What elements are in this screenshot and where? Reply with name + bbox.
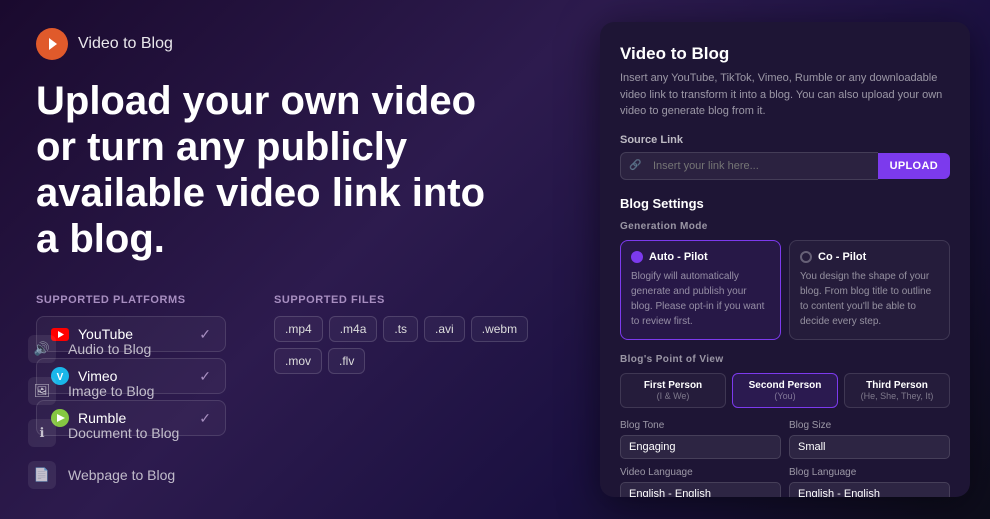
file-ts: .ts — [383, 316, 418, 342]
video-language-setting: Video Language English - English — [620, 467, 781, 498]
nav-webpage-label: Webpage to Blog — [68, 467, 175, 483]
file-flv: .flv — [328, 348, 365, 374]
nav-document-label: Document to Blog — [68, 425, 179, 441]
blog-language-setting: Blog Language English - English — [789, 467, 950, 498]
card-description: Insert any YouTube, TikTok, Vimeo, Rumbl… — [620, 70, 950, 120]
settings-grid: Blog Tone Engaging Blog Size Small Video… — [620, 420, 950, 498]
blog-size-setting: Blog Size Small — [789, 420, 950, 459]
blog-tone-setting: Blog Tone Engaging — [620, 420, 781, 459]
video-language-select[interactable]: English - English — [620, 482, 781, 498]
nav-webpage-to-blog[interactable]: 📄 Webpage to Blog — [28, 461, 179, 489]
pov-options: First Person (I & We) Second Person (You… — [620, 373, 950, 408]
source-link-row: UPLOAD — [620, 152, 950, 180]
file-m4a: .m4a — [329, 316, 378, 342]
nav-document-to-blog[interactable]: ℹ Document to Blog — [28, 419, 179, 447]
pov-section: Blog's Point of View First Person (I & W… — [620, 354, 950, 408]
blog-language-label: Blog Language — [789, 467, 950, 478]
files-label: Supported Files — [274, 294, 544, 306]
mode-co-pilot[interactable]: Co - Pilot You design the shape of your … — [789, 240, 950, 340]
app-title: Video to Blog — [78, 35, 173, 53]
hero-heading: Upload your own video or turn any public… — [36, 78, 516, 262]
side-nav: 🔊 Audio to Blog 🖼 Image to Blog ℹ Docume… — [28, 335, 179, 489]
auto-pilot-name: Auto - Pilot — [649, 251, 708, 263]
youtube-check: ✓ — [199, 326, 211, 343]
blog-language-select[interactable]: English - English — [789, 482, 950, 498]
link-input-wrap — [620, 152, 878, 180]
nav-image-label: Image to Blog — [68, 383, 154, 399]
webpage-icon: 📄 — [28, 461, 56, 489]
file-mov: .mov — [274, 348, 322, 374]
nav-audio-label: Audio to Blog — [68, 341, 151, 357]
auto-pilot-desc: Blogify will automatically generate and … — [631, 269, 770, 329]
right-panel-card: Video to Blog Insert any YouTube, TikTok… — [600, 22, 970, 497]
pov-third[interactable]: Third Person (He, She, They, It) — [844, 373, 950, 408]
card-title: Video to Blog — [620, 44, 950, 64]
pov-label: Blog's Point of View — [620, 354, 950, 365]
mode-auto-pilot[interactable]: Auto - Pilot Blogify will automatically … — [620, 240, 781, 340]
generation-mode-label: Generation Mode — [620, 221, 950, 232]
platforms-label: Supported Platforms — [36, 294, 226, 306]
blog-size-select[interactable]: Small — [789, 435, 950, 459]
co-pilot-name: Co - Pilot — [818, 251, 866, 263]
app-title-row: Video to Blog — [36, 28, 544, 60]
auto-pilot-radio — [631, 251, 643, 263]
nav-audio-to-blog[interactable]: 🔊 Audio to Blog — [28, 335, 179, 363]
image-icon: 🖼 — [28, 377, 56, 405]
file-webm: .webm — [471, 316, 528, 342]
video-language-label: Video Language — [620, 467, 781, 478]
pov-second[interactable]: Second Person (You) — [732, 373, 838, 408]
pov-first[interactable]: First Person (I & We) — [620, 373, 726, 408]
rumble-check: ✓ — [199, 410, 211, 427]
generation-modes: Auto - Pilot Blogify will automatically … — [620, 240, 950, 340]
files-col: Supported Files .mp4 .m4a .ts .avi .webm… — [274, 294, 544, 442]
document-icon: ℹ — [28, 419, 56, 447]
blog-size-label: Blog Size — [789, 420, 950, 431]
file-mp4: .mp4 — [274, 316, 323, 342]
co-pilot-desc: You design the shape of your blog. From … — [800, 269, 939, 329]
app-icon — [36, 28, 68, 60]
blog-tone-label: Blog Tone — [620, 420, 781, 431]
left-panel: Video to Blog Upload your own video or t… — [0, 0, 580, 519]
audio-icon: 🔊 — [28, 335, 56, 363]
nav-image-to-blog[interactable]: 🖼 Image to Blog — [28, 377, 179, 405]
co-pilot-radio — [800, 251, 812, 263]
source-link-input[interactable] — [620, 152, 878, 180]
vimeo-check: ✓ — [199, 368, 211, 385]
source-link-label: Source Link — [620, 134, 950, 146]
files-row: .mp4 .m4a .ts .avi .webm .mov .flv — [274, 316, 544, 374]
file-avi: .avi — [424, 316, 465, 342]
blog-tone-select[interactable]: Engaging — [620, 435, 781, 459]
upload-button[interactable]: UPLOAD — [878, 153, 950, 179]
blog-settings-title: Blog Settings — [620, 196, 950, 211]
